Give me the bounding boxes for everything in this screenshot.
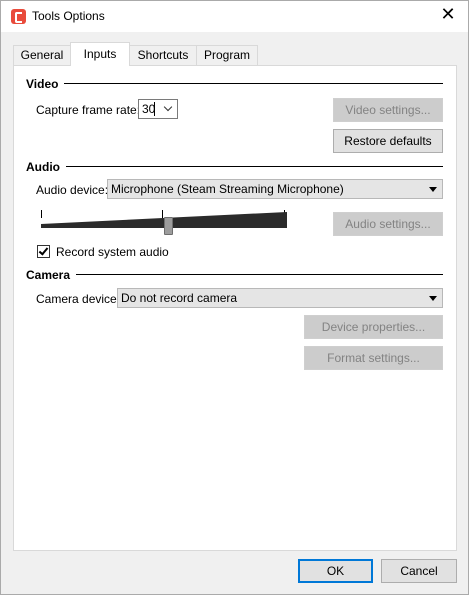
device-properties-button[interactable]: Device properties... (304, 315, 443, 339)
window-title: Tools Options (32, 9, 105, 23)
audio-volume-slider[interactable] (41, 210, 287, 236)
capture-frame-rate-label: Capture frame rate: (36, 103, 141, 117)
tab-program[interactable]: Program (196, 45, 258, 66)
record-system-audio-checkbox[interactable] (37, 245, 50, 258)
camera-divider (26, 274, 443, 275)
video-divider (26, 83, 443, 84)
capture-frame-rate-combo[interactable]: 30 (138, 99, 178, 119)
chevron-down-icon (163, 102, 173, 112)
tab-shortcuts[interactable]: Shortcuts (129, 45, 197, 66)
checkmark-icon (38, 245, 49, 256)
audio-device-label: Audio device: (36, 183, 109, 197)
tools-options-window: Tools Options ✕ General Inputs Shortcuts… (0, 0, 469, 595)
chevron-down-icon (429, 296, 437, 301)
camera-heading: Camera (26, 268, 77, 282)
audio-settings-button[interactable]: Audio settings... (333, 212, 443, 236)
audio-device-value: Microphone (Steam Streaming Microphone) (111, 182, 344, 196)
video-heading: Video (26, 77, 65, 91)
video-settings-button[interactable]: Video settings... (333, 98, 443, 122)
app-icon (11, 9, 26, 24)
ok-button[interactable]: OK (298, 559, 373, 583)
close-icon[interactable]: ✕ (437, 5, 459, 27)
tab-inputs[interactable]: Inputs (70, 42, 130, 66)
restore-defaults-button[interactable]: Restore defaults (333, 129, 443, 153)
cancel-button[interactable]: Cancel (381, 559, 457, 583)
slider-thumb[interactable] (164, 217, 173, 235)
inputs-panel: Video Capture frame rate: 30 Video setti… (13, 65, 457, 551)
record-system-audio-label[interactable]: Record system audio (56, 245, 169, 259)
camera-device-value: Do not record camera (121, 291, 238, 305)
text-caret (154, 102, 155, 116)
title-bar[interactable]: Tools Options ✕ (1, 1, 468, 32)
audio-divider (26, 166, 443, 167)
chevron-down-icon (429, 187, 437, 192)
camera-device-label: Camera device: (36, 292, 121, 306)
camera-device-combo[interactable]: Do not record camera (117, 288, 443, 308)
audio-heading: Audio (26, 160, 66, 174)
tab-general[interactable]: General (13, 45, 71, 66)
format-settings-button[interactable]: Format settings... (304, 346, 443, 370)
audio-device-combo[interactable]: Microphone (Steam Streaming Microphone) (107, 179, 443, 199)
